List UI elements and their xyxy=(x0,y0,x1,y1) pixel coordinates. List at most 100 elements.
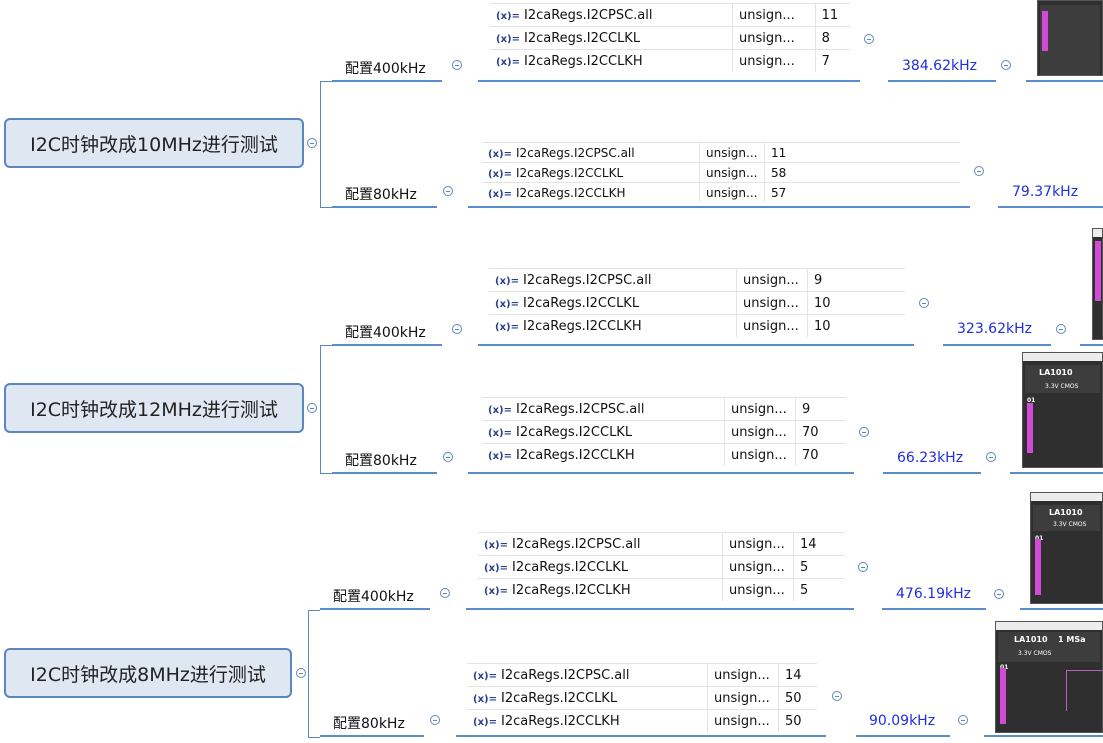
var-value: 14 xyxy=(793,532,844,556)
analyzer-model: LA1010 xyxy=(1039,368,1073,377)
var-name: I2caRegs.I2CCLKL xyxy=(523,30,641,46)
var-type: unsign... xyxy=(707,709,779,732)
var-name: I2caRegs.I2CCLKH xyxy=(515,447,635,463)
table-row[interactable]: (x)= I2caRegs.I2CCLKH unsign... 5 xyxy=(478,578,844,601)
circle-minus-icon[interactable] xyxy=(994,589,1004,599)
variable-icon: (x)= xyxy=(484,562,508,574)
circle-minus-icon[interactable] xyxy=(1056,324,1066,334)
circle-minus-icon[interactable] xyxy=(958,715,968,725)
topic-10mhz[interactable]: I2C时钟改成10MHz进行测试 xyxy=(4,118,304,168)
branch-underline xyxy=(1020,608,1103,610)
table-row[interactable]: (x)= I2caRegs.I2CCLKH unsign... 7 xyxy=(490,49,850,72)
table-row[interactable]: (x)= I2caRegs.I2CCLKL unsign... 58 xyxy=(482,162,960,183)
circle-minus-icon[interactable] xyxy=(296,668,306,678)
var-type: unsign... xyxy=(736,314,808,337)
circle-minus-icon[interactable] xyxy=(452,324,462,334)
table-row[interactable]: (x)= I2caRegs.I2CCLKH unsign... 70 xyxy=(482,443,846,466)
variable-icon: (x)= xyxy=(496,33,520,45)
var-type: unsign... xyxy=(724,420,796,444)
branch-underline xyxy=(332,472,437,474)
circle-minus-icon[interactable] xyxy=(443,186,453,196)
var-name: I2caRegs.I2CCLKL xyxy=(511,559,629,575)
frequency-result: 476.19kHz xyxy=(896,586,971,602)
topic-12mhz[interactable]: I2C时钟改成12MHz进行测试 xyxy=(4,383,304,433)
circle-minus-icon[interactable] xyxy=(1001,60,1011,70)
var-name: I2caRegs.I2CPSC.all xyxy=(523,7,653,23)
config-label: 配置80kHz xyxy=(333,716,405,732)
circle-minus-icon[interactable] xyxy=(858,562,868,572)
table-row[interactable]: (x)= I2caRegs.I2CCLKH unsign... 57 xyxy=(482,182,960,202)
branch-underline xyxy=(478,80,860,82)
table-row[interactable]: (x)= I2caRegs.I2CPSC.all unsign... 11 xyxy=(490,3,850,27)
branch-underline xyxy=(1080,344,1103,346)
analyzer-sample-rate: 1 MSa xyxy=(1058,635,1086,644)
table-row[interactable]: (x)= I2caRegs.I2CPSC.all unsign... 9 xyxy=(489,268,905,292)
var-name: I2caRegs.I2CPSC.all xyxy=(511,536,641,552)
var-value: 70 xyxy=(795,443,846,466)
frequency-result: 384.62kHz xyxy=(902,58,977,74)
table-row[interactable]: (x)= I2caRegs.I2CCLKH unsign... 10 xyxy=(489,314,905,337)
var-type: unsign... xyxy=(736,291,808,315)
var-name: I2caRegs.I2CCLKL xyxy=(515,165,624,180)
circle-minus-icon[interactable] xyxy=(307,138,317,148)
table-row[interactable]: (x)= I2caRegs.I2CCLKH unsign... 50 xyxy=(467,709,817,732)
table-row[interactable]: (x)= I2caRegs.I2CPSC.all unsign... 14 xyxy=(467,663,817,687)
branch-underline xyxy=(883,472,981,474)
variable-icon: (x)= xyxy=(488,450,512,462)
connector-line xyxy=(308,610,309,738)
table-row[interactable]: (x)= I2caRegs.I2CPSC.all unsign... 14 xyxy=(478,532,844,556)
variable-icon: (x)= xyxy=(473,716,497,728)
branch-underline xyxy=(468,206,970,208)
variable-icon: (x)= xyxy=(488,168,512,180)
circle-minus-icon[interactable] xyxy=(859,427,869,437)
circle-minus-icon[interactable] xyxy=(974,166,984,176)
variable-table: (x)= I2caRegs.I2CPSC.all unsign... 14 (x)= I… xyxy=(467,663,817,732)
frequency-result: 90.09kHz xyxy=(869,713,936,729)
variable-table: (x)= I2caRegs.I2CPSC.all unsign... 9 (x)= I2… xyxy=(489,268,905,337)
circle-minus-icon[interactable] xyxy=(307,403,317,413)
config-label: 配置80kHz xyxy=(345,187,417,203)
connector-line xyxy=(320,81,321,208)
topic-8mhz[interactable]: I2C时钟改成8MHz进行测试 xyxy=(4,648,292,698)
branch-underline xyxy=(998,206,1103,208)
table-row[interactable]: (x)= I2caRegs.I2CCLKL unsign... 5 xyxy=(478,555,844,579)
circle-minus-icon[interactable] xyxy=(986,452,996,462)
variable-icon: (x)= xyxy=(495,298,519,310)
var-type: unsign... xyxy=(699,142,765,163)
circle-minus-icon[interactable] xyxy=(443,452,453,462)
var-name: I2caRegs.I2CCLKL xyxy=(515,424,633,440)
variable-icon: (x)= xyxy=(488,188,512,200)
var-value: 50 xyxy=(778,686,817,710)
table-row[interactable]: (x)= I2caRegs.I2CCLKL unsign... 70 xyxy=(482,420,846,444)
table-row[interactable]: (x)= I2caRegs.I2CCLKL unsign... 50 xyxy=(467,686,817,710)
analyzer-screenshot xyxy=(1037,0,1103,76)
branch-underline xyxy=(332,206,437,208)
branch-underline xyxy=(332,80,442,82)
circle-minus-icon[interactable] xyxy=(430,715,440,725)
analyzer-screenshot xyxy=(1092,228,1103,340)
analyzer-model: LA1010 xyxy=(1049,508,1083,517)
table-row[interactable]: (x)= I2caRegs.I2CPSC.all unsign... 11 xyxy=(482,142,960,163)
frequency-result: 323.62kHz xyxy=(957,321,1032,337)
circle-minus-icon[interactable] xyxy=(919,298,929,308)
var-type: unsign... xyxy=(724,397,796,421)
circle-minus-icon[interactable] xyxy=(832,691,842,701)
circle-minus-icon[interactable] xyxy=(440,588,450,598)
var-value: 8 xyxy=(814,26,850,50)
variable-table: (x)= I2caRegs.I2CPSC.all unsign... 11 (x)= I… xyxy=(482,142,960,202)
variable-table: (x)= I2caRegs.I2CPSC.all unsign... 9 (x)= I2… xyxy=(482,397,846,466)
var-type: unsign... xyxy=(707,663,779,687)
circle-minus-icon[interactable] xyxy=(864,34,874,44)
variable-icon: (x)= xyxy=(484,585,508,597)
var-value: 58 xyxy=(764,162,960,183)
var-name: I2caRegs.I2CCLKH xyxy=(515,185,626,200)
variable-icon: (x)= xyxy=(488,148,512,160)
circle-minus-icon[interactable] xyxy=(452,60,462,70)
table-row[interactable]: (x)= I2caRegs.I2CCLKL unsign... 8 xyxy=(490,26,850,50)
connector-line xyxy=(320,345,321,474)
table-row[interactable]: (x)= I2caRegs.I2CPSC.all unsign... 9 xyxy=(482,397,846,421)
branch-underline xyxy=(456,735,826,737)
frequency-result: 79.37kHz xyxy=(1012,184,1079,200)
analyzer-voltage: 3.3V CMOS xyxy=(1018,650,1052,657)
table-row[interactable]: (x)= I2caRegs.I2CCLKL unsign... 10 xyxy=(489,291,905,315)
